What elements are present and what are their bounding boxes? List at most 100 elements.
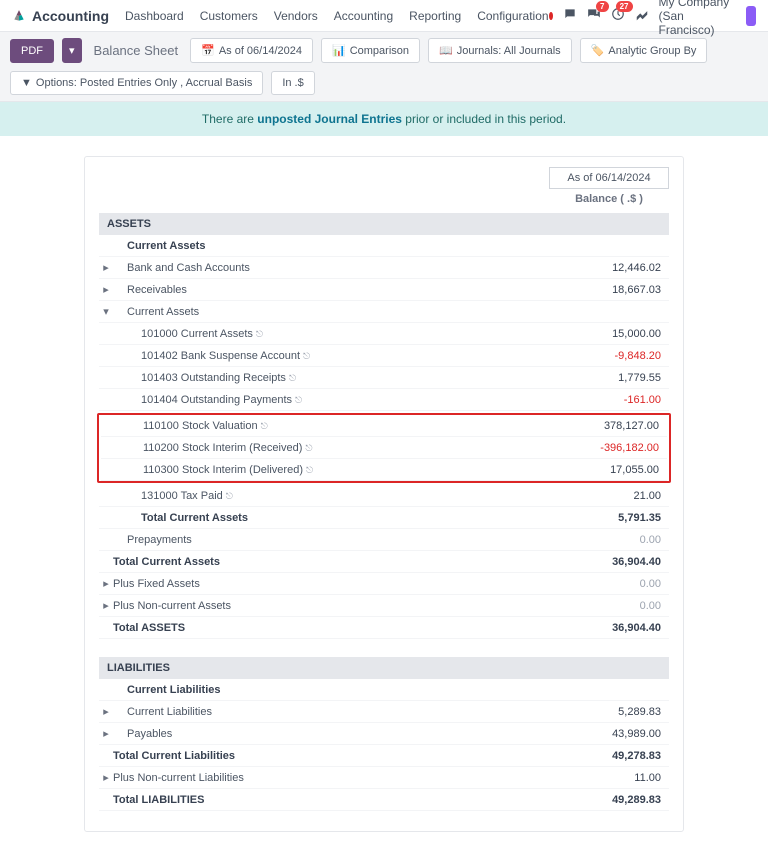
acct-110100-label[interactable]: 110100 Stock Valuation⎋ [115,420,547,432]
prepayments-label[interactable]: Prepayments [113,534,549,546]
calendar-icon: 📅 [201,44,215,57]
expand-icon[interactable]: ▸ [99,727,113,740]
discuss-icon[interactable]: 7 [587,7,601,24]
top-nav: Accounting Dashboard Customers Vendors A… [0,0,768,32]
tools-icon[interactable] [635,7,649,24]
nav-customers[interactable]: Customers [200,9,258,23]
noncurrent-liabilities-label[interactable]: Plus Non-current Liabilities [113,772,549,784]
acct-101000-label[interactable]: 101000 Current Assets⎋ [113,328,549,340]
expand-icon[interactable]: ▸ [99,577,113,590]
noncurrent-liabilities-value: 11.00 [549,772,669,784]
expand-icon[interactable]: ▸ [99,705,113,718]
link-icon[interactable]: ⎋ [305,443,312,453]
total-current-liabilities-label: Total Current Liabilities [113,750,549,762]
bank-row-value: 12,446.02 [549,262,669,274]
total-assets-label: Total ASSETS [113,622,549,634]
current-liabilities-heading: Current Liabilities [113,684,549,696]
link-icon[interactable]: ⎋ [261,421,268,431]
acct-110200-label[interactable]: 110200 Stock Interim (Received)⎋ [115,442,547,454]
date-filter-button[interactable]: 📅As of 06/14/2024 [190,38,313,63]
comparison-button[interactable]: 📊Comparison [321,38,420,63]
column-balance-label: Balance ( .$ ) [549,191,669,207]
acct-101404-value: -161.00 [549,394,669,406]
current-liabilities-value: 5,289.83 [549,706,669,718]
total-current-liabilities-value: 49,278.83 [549,750,669,762]
discuss-badge: 7 [596,1,608,12]
link-icon[interactable]: ⎋ [295,395,302,405]
nav-reporting[interactable]: Reporting [409,9,461,23]
activities-badge: 27 [616,1,633,12]
link-icon[interactable]: ⎋ [226,491,233,501]
pdf-button[interactable]: PDF [10,39,54,63]
collapse-icon[interactable]: ▾ [99,305,113,318]
nav-menu: Dashboard Customers Vendors Accounting R… [125,9,549,23]
current-assets-sub-label[interactable]: Current Assets [113,306,549,318]
nav-right: 7 27 My Company (San Francisco) [549,0,756,37]
noncurrent-assets-value: 0.00 [549,600,669,612]
current-assets-heading: Current Assets [113,240,549,252]
bank-row-label[interactable]: Bank and Cash Accounts [113,262,549,274]
tag-icon: 🏷️ [591,44,605,57]
acct-101404-label[interactable]: 101404 Outstanding Payments⎋ [113,394,549,406]
total-current-assets-inner-label: Total Current Assets [113,512,549,524]
acct-110300-value: 17,055.00 [547,464,667,476]
info-banner: There are unposted Journal Entries prior… [0,102,768,136]
expand-icon[interactable]: ▸ [99,599,113,612]
activities-icon[interactable]: 27 [611,7,625,24]
acct-131000-value: 21.00 [549,490,669,502]
nav-dashboard[interactable]: Dashboard [125,9,184,23]
app-logo-icon [12,9,26,23]
report-toolbar: PDF ▾ Balance Sheet 📅As of 06/14/2024 📊C… [0,32,768,102]
chart-icon: 📊 [332,44,346,57]
acct-101402-label[interactable]: 101402 Bank Suspense Account⎋ [113,350,549,362]
balance-sheet-report: As of 06/14/2024 Balance ( .$ ) ASSETS C… [84,156,684,832]
link-icon[interactable]: ⎋ [289,373,296,383]
link-icon[interactable]: ⎋ [256,329,263,339]
analytic-button[interactable]: 🏷️Analytic Group By [580,38,708,63]
link-icon[interactable]: ⎋ [303,351,310,361]
acct-101000-value: 15,000.00 [549,328,669,340]
unposted-entries-link[interactable]: unposted Journal Entries [257,112,402,126]
options-button[interactable]: ▼Options: Posted Entries Only , Accrual … [10,71,263,95]
acct-110300-label[interactable]: 110300 Stock Interim (Delivered)⎋ [115,464,547,476]
messages-icon[interactable] [563,7,577,24]
payables-value: 43,989.00 [549,728,669,740]
acct-110100-value: 378,127.00 [547,420,667,432]
acct-101403-value: 1,779.55 [549,372,669,384]
record-indicator-icon[interactable] [549,12,553,20]
expand-icon[interactable]: ▸ [99,261,113,274]
highlighted-stock-rows: 110100 Stock Valuation⎋378,127.00 110200… [97,413,671,483]
current-liabilities-label[interactable]: Current Liabilities [113,706,549,718]
company-selector[interactable]: My Company (San Francisco) [659,0,737,37]
acct-101403-label[interactable]: 101403 Outstanding Receipts⎋ [113,372,549,384]
receivables-row-label[interactable]: Receivables [113,284,549,296]
filter-icon: ▼ [21,77,32,89]
acct-101402-value: -9,848.20 [549,350,669,362]
column-date: As of 06/14/2024 [549,167,669,189]
expand-icon[interactable]: ▸ [99,771,113,784]
expand-icon[interactable]: ▸ [99,283,113,296]
nav-vendors[interactable]: Vendors [274,9,318,23]
total-assets-value: 36,904.40 [549,622,669,634]
fixed-assets-label[interactable]: Plus Fixed Assets [113,578,549,590]
total-liabilities-label: Total LIABILITIES [113,794,549,806]
noncurrent-assets-label[interactable]: Plus Non-current Assets [113,600,549,612]
assets-section-header: ASSETS [99,213,669,235]
pdf-dropdown[interactable]: ▾ [62,38,82,63]
currency-button[interactable]: In .$ [271,71,314,95]
total-liabilities-value: 49,289.83 [549,794,669,806]
nav-configuration[interactable]: Configuration [477,9,548,23]
acct-110200-value: -396,182.00 [547,442,667,454]
user-avatar[interactable] [746,6,756,26]
nav-accounting[interactable]: Accounting [334,9,393,23]
total-current-assets-inner-value: 5,791.35 [549,512,669,524]
breadcrumb: Balance Sheet [90,43,183,58]
journals-button[interactable]: 📖Journals: All Journals [428,38,572,63]
book-icon: 📖 [439,44,453,57]
acct-131000-label[interactable]: 131000 Tax Paid⎋ [113,490,549,502]
liabilities-section-header: LIABILITIES [99,657,669,679]
prepayments-value: 0.00 [549,534,669,546]
brand[interactable]: Accounting [12,8,109,24]
payables-label[interactable]: Payables [113,728,549,740]
link-icon[interactable]: ⎋ [306,465,313,475]
